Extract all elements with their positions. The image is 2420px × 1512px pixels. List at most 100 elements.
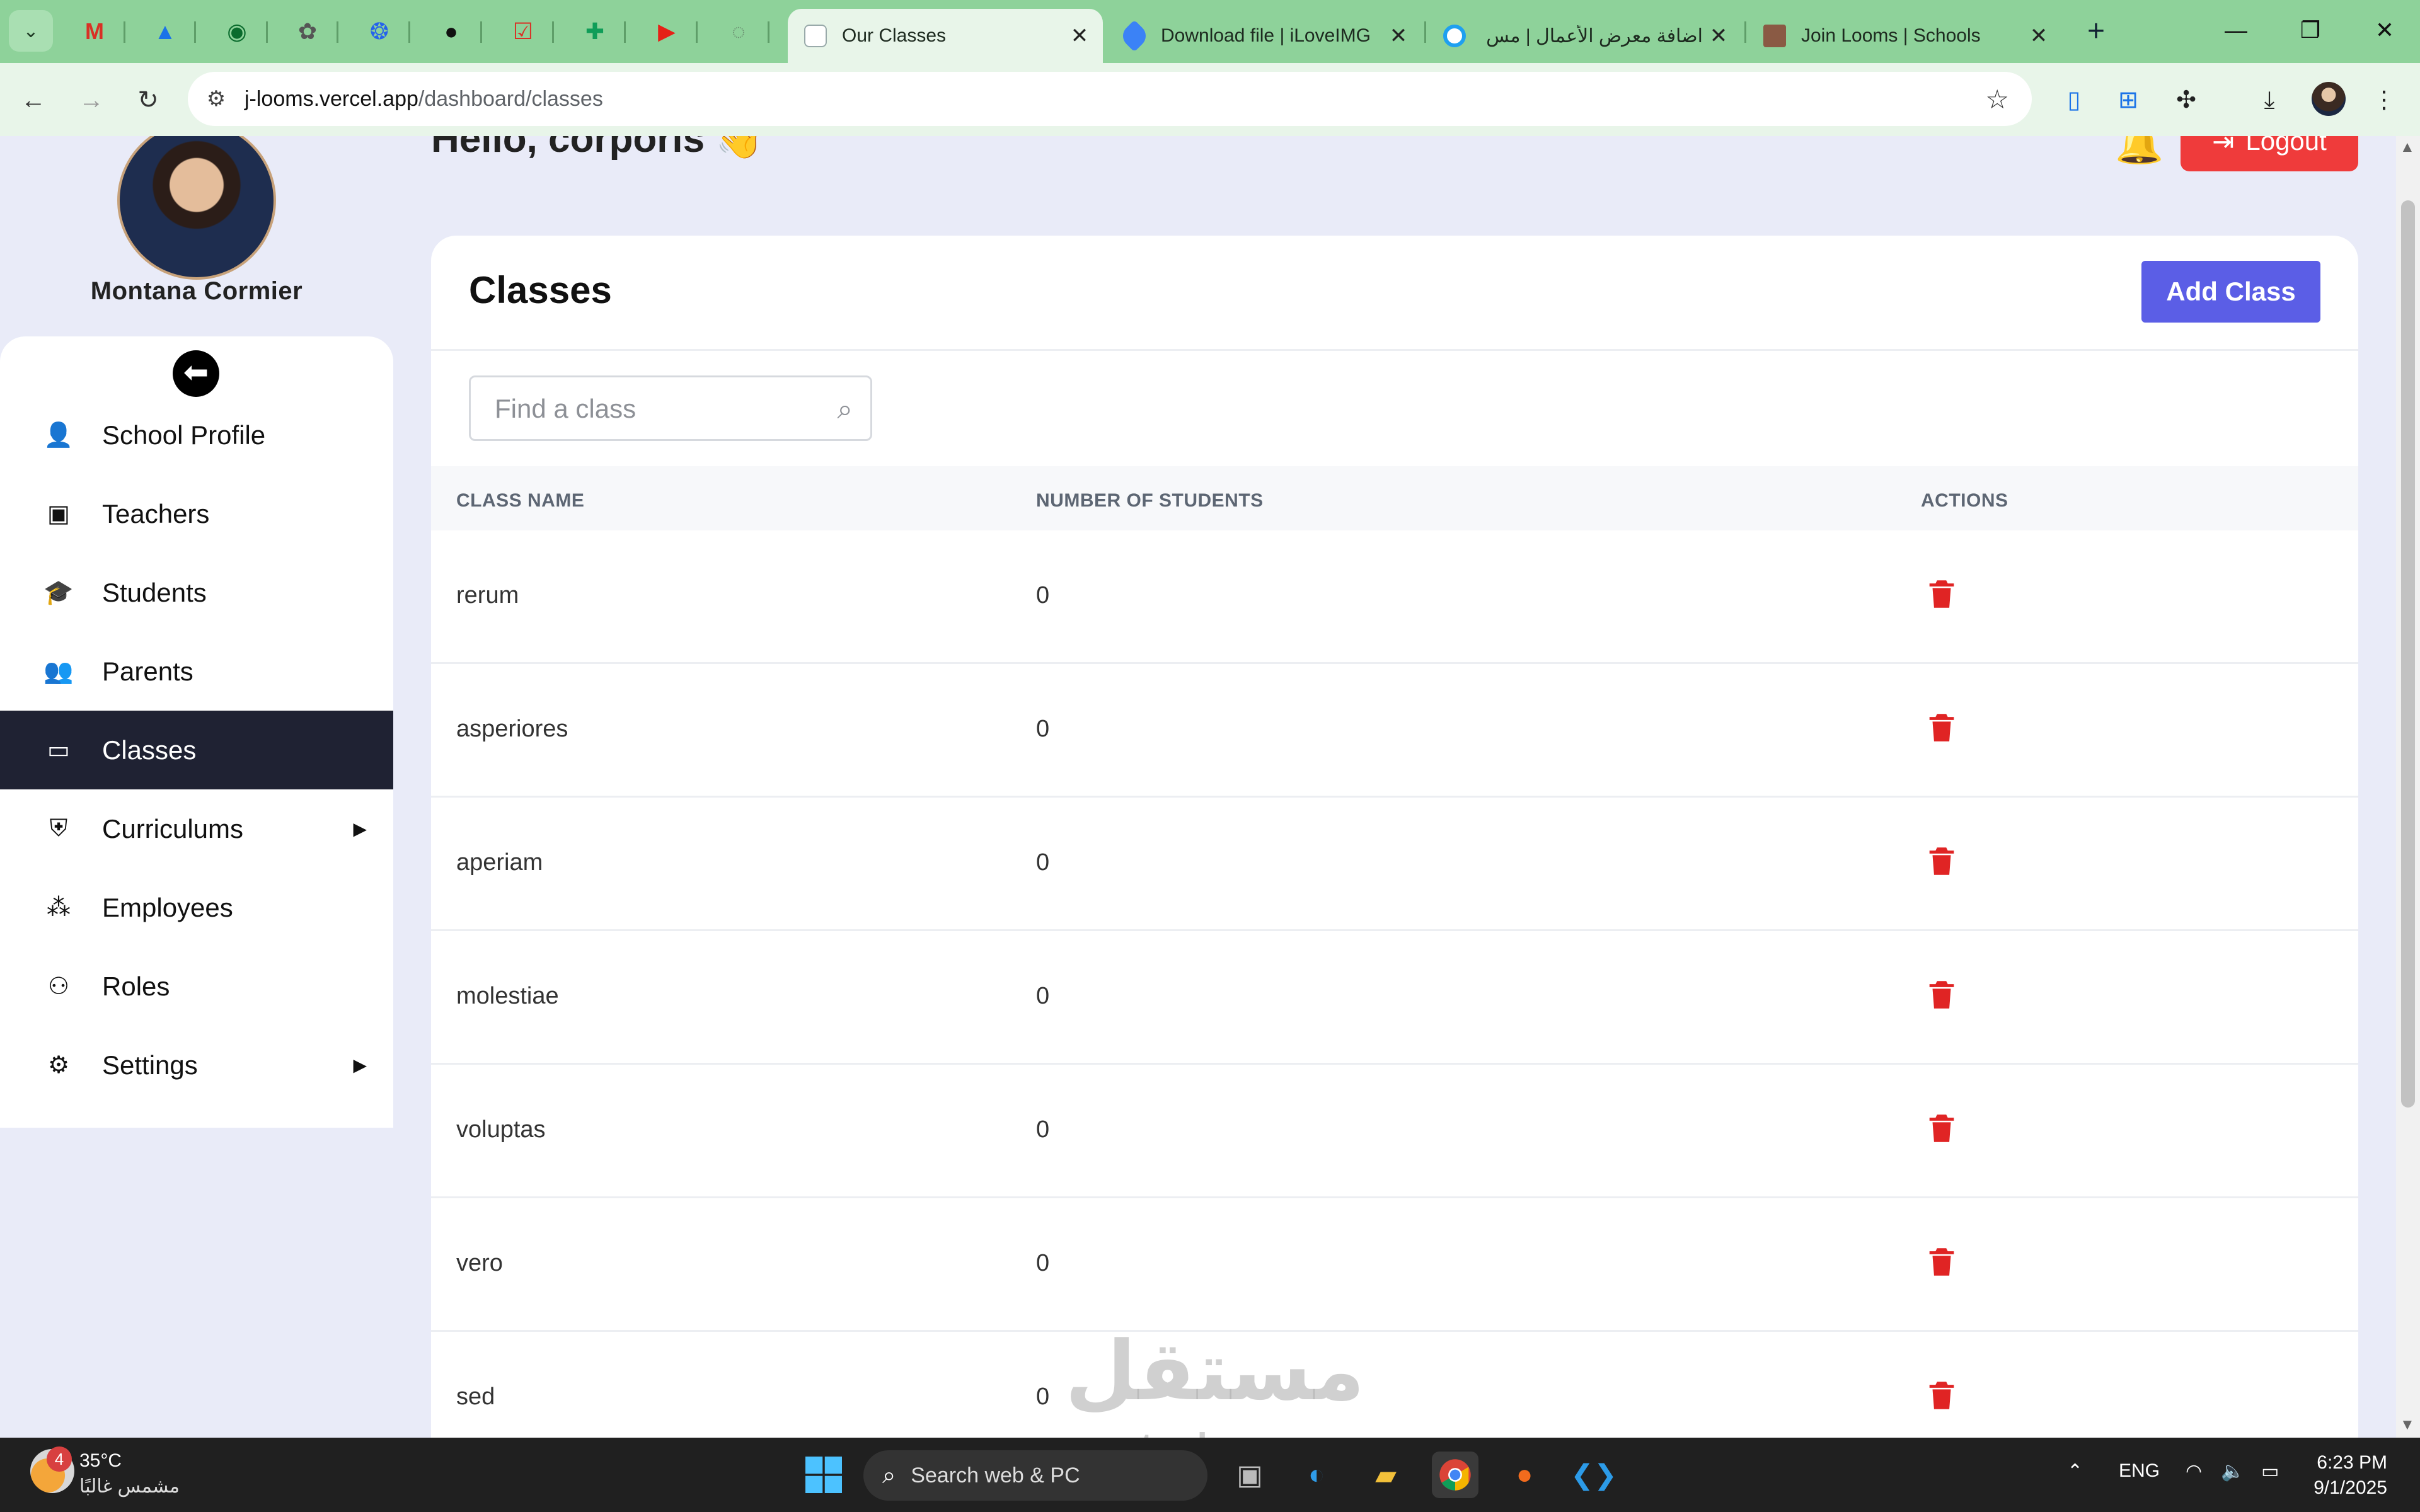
parents-icon: 👥 <box>43 658 74 685</box>
edge-icon[interactable]: ◐ <box>1293 1452 1340 1498</box>
sidebar-item-label: Students <box>102 577 207 607</box>
address-bar[interactable]: ⚙ j-looms.vercel.app/dashboard/classes ☆ <box>188 72 2032 126</box>
search-input[interactable] <box>495 394 822 424</box>
todoist-icon[interactable]: ☑ <box>505 14 541 49</box>
tab-title: Download file | iLoveIMG <box>1161 25 1371 46</box>
column-header-students[interactable]: NUMBER OF STUDENTS <box>1036 490 1264 512</box>
clock-time: 6:23 PM <box>2317 1452 2387 1473</box>
extension-docs-icon[interactable]: ▯ <box>2054 81 2094 120</box>
trash-icon[interactable] <box>1923 1377 1960 1414</box>
downloads-icon[interactable]: ⤓ <box>2250 81 2289 120</box>
scroll-up-icon[interactable]: ▲ <box>2400 139 2415 156</box>
chrome-icon[interactable] <box>1432 1452 1478 1498</box>
tab-search-button[interactable]: ⌄ <box>9 10 53 52</box>
scrollbar-thumb[interactable] <box>2401 200 2415 1108</box>
chevron-up-icon[interactable]: ⌃ <box>2067 1460 2083 1482</box>
trash-icon[interactable] <box>1923 576 1960 612</box>
close-tab-icon[interactable]: ✕ <box>1064 23 1095 49</box>
language-indicator[interactable]: ENG <box>2119 1460 2160 1482</box>
scroll-down-icon[interactable]: ▼ <box>2400 1416 2415 1434</box>
tab-title: اضافة معرض الأعمال | مس <box>1486 25 1703 47</box>
tab-join-looms[interactable]: Join Looms | Schools ✕ <box>1747 9 2062 63</box>
sidebar-item-teachers[interactable]: ▣ Teachers <box>0 474 393 553</box>
restore-button[interactable]: ❐ <box>2280 11 2341 49</box>
trash-icon[interactable] <box>1923 976 1960 1013</box>
user-cog-icon: ⚇ <box>47 973 70 1000</box>
trash-icon[interactable] <box>1923 709 1960 746</box>
windows-taskbar: 4 35°C مشمس غالبًا ⌕ Search web & PC ▣ ◐… <box>0 1438 2420 1512</box>
add-class-button[interactable]: Add Class <box>2141 261 2320 323</box>
battery-icon[interactable]: ▭ <box>2261 1460 2279 1482</box>
sheets-icon[interactable]: ✚ <box>577 14 613 49</box>
iloveimg-favicon-icon <box>1118 20 1151 52</box>
column-header-class-name[interactable]: CLASS NAME <box>456 490 584 512</box>
trash-icon[interactable] <box>1923 1110 1960 1147</box>
minimize-button[interactable]: — <box>2206 11 2266 49</box>
chevron-right-icon: ▶ <box>353 1055 367 1075</box>
gmail-icon[interactable]: M <box>77 14 112 49</box>
back-button[interactable]: ← <box>14 81 53 120</box>
logout-icon: ⇥ <box>2212 136 2235 156</box>
sidebar-item-classes[interactable]: ▭ Classes <box>0 711 393 789</box>
logout-label: Logout <box>2245 136 2327 156</box>
profile-avatar[interactable] <box>2312 82 2346 116</box>
volume-icon[interactable]: 🔈 <box>2221 1460 2244 1482</box>
watermark-logo: مستقل <box>1065 1325 1365 1417</box>
search-icon: ⌕ <box>882 1462 896 1489</box>
chatgpt-icon[interactable]: ✿ <box>290 14 325 49</box>
sidebar-item-curriculums[interactable]: ⛨ Curriculums ▶ <box>0 789 393 868</box>
tab-separator <box>337 21 338 43</box>
trash-icon[interactable] <box>1923 843 1960 879</box>
search-icon[interactable]: ⌕ <box>837 394 853 425</box>
tab-separator <box>124 21 125 43</box>
youtube-icon[interactable]: ▶ <box>649 14 684 49</box>
notification-bell-icon[interactable]: 🔔 <box>2115 136 2164 167</box>
bookmark-star-icon[interactable]: ☆ <box>1985 84 2009 115</box>
sidebar-item-settings[interactable]: ⚙ Settings ▶ <box>0 1026 393 1104</box>
extensions-puzzle-icon[interactable]: ✣ <box>2167 81 2206 120</box>
file-explorer-icon[interactable]: ▰ <box>1363 1452 1409 1498</box>
mostaql-favicon-icon <box>1443 25 1466 47</box>
vscode-icon[interactable]: ❮❯ <box>1570 1452 1617 1498</box>
taskbar-search[interactable]: ⌕ Search web & PC <box>863 1450 1207 1501</box>
sidebar-item-label: Roles <box>102 971 170 1001</box>
app-icon[interactable]: ◌ <box>721 14 756 49</box>
sidebar-item-students[interactable]: 🎓 Students <box>0 553 393 632</box>
page-scrollbar[interactable]: ▲ ▼ <box>2396 136 2420 1438</box>
close-tab-icon[interactable]: ✕ <box>2023 23 2054 49</box>
sidebar: ⬅ 👤 School Profile ▣ Teachers 🎓 Students… <box>0 336 393 1128</box>
task-view-icon[interactable]: ▣ <box>1226 1452 1273 1498</box>
close-tab-icon[interactable]: ✕ <box>1703 23 1734 49</box>
github-icon[interactable]: ● <box>434 14 469 49</box>
sidebar-item-employees[interactable]: ⁂ Employees <box>0 868 393 947</box>
whatsapp-icon[interactable]: ◉ <box>219 14 255 49</box>
collapse-sidebar-button[interactable]: ⬅ <box>173 350 219 397</box>
divider <box>431 349 2358 351</box>
sidebar-item-parents[interactable]: 👥 Parents <box>0 632 393 711</box>
drive-icon[interactable]: ▲ <box>147 14 183 49</box>
user-icon: 👤 <box>43 421 74 449</box>
extension-translate-icon[interactable]: ⊞ <box>2109 81 2148 120</box>
trash-icon[interactable] <box>1923 1244 1960 1280</box>
tab-download-file[interactable]: Download file | iLoveIMG ✕ <box>1107 9 1422 63</box>
postman-icon[interactable]: ● <box>1501 1452 1548 1498</box>
new-tab-button[interactable]: + <box>2077 14 2115 52</box>
sidebar-item-school-profile[interactable]: 👤 School Profile <box>0 396 393 474</box>
tab-title: Our Classes <box>842 25 947 46</box>
wifi-icon[interactable]: ◠ <box>2186 1460 2202 1482</box>
class-name-cell: rerum <box>456 582 519 609</box>
reload-button[interactable]: ↻ <box>129 81 168 120</box>
site-info-icon[interactable]: ⚙ <box>188 86 245 112</box>
tab-our-classes[interactable]: Our Classes ✕ <box>788 9 1103 63</box>
close-window-button[interactable]: ✕ <box>2354 11 2415 49</box>
tab-mostaql[interactable]: اضافة معرض الأعمال | مس ✕ <box>1427 9 1742 63</box>
copilot-icon[interactable]: ❂ <box>362 14 397 49</box>
close-tab-icon[interactable]: ✕ <box>1383 23 1414 49</box>
logout-button[interactable]: ⇥ Logout <box>2181 136 2358 171</box>
system-clock[interactable]: 6:23 PM 9/1/2025 <box>2312 1450 2387 1501</box>
sidebar-item-roles[interactable]: ⚇ Roles <box>0 947 393 1026</box>
table-row: molestiae 0 <box>431 931 2358 1065</box>
forward-button[interactable]: → <box>72 81 111 120</box>
browser-menu-icon[interactable]: ⋮ <box>2365 81 2404 120</box>
start-button[interactable] <box>800 1452 847 1498</box>
